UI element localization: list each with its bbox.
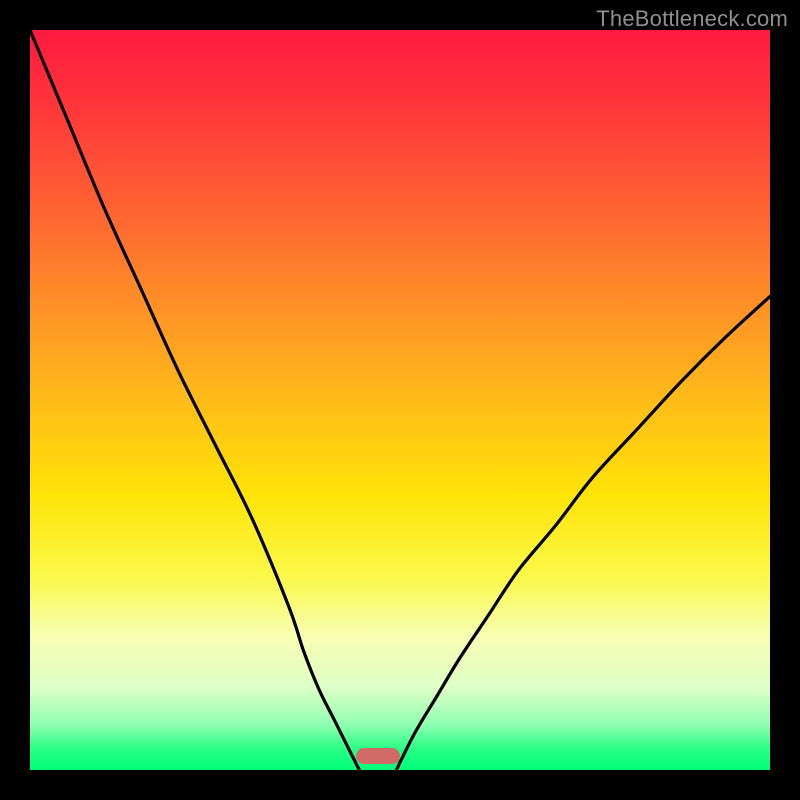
optimal-range-marker: [356, 748, 400, 764]
left-bottleneck-curve: [30, 30, 359, 770]
watermark-text: TheBottleneck.com: [596, 6, 788, 32]
chart-frame: TheBottleneck.com: [0, 0, 800, 800]
right-bottleneck-curve: [396, 296, 770, 770]
curve-layer: [30, 30, 770, 770]
plot-area: [30, 30, 770, 770]
